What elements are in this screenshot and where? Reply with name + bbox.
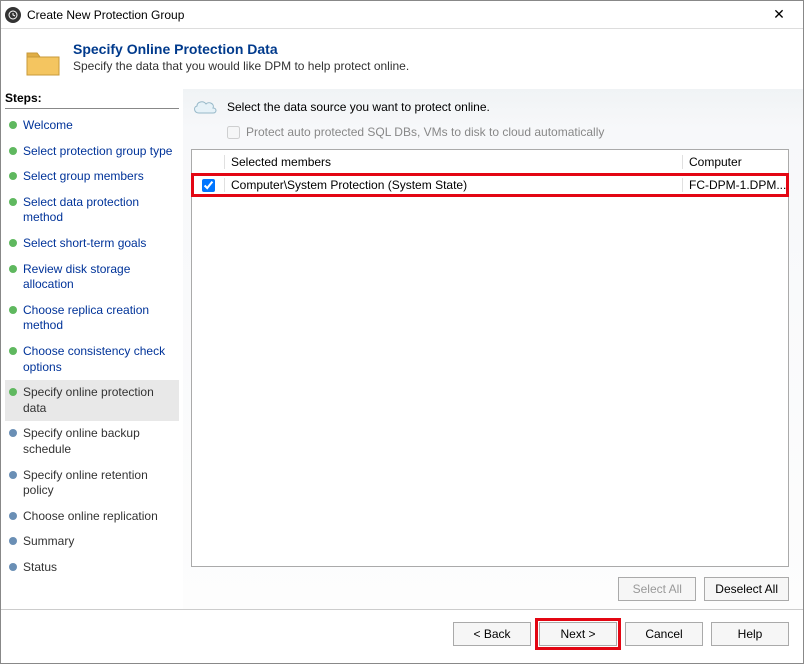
step-item-10: Specify online retention policy [5,463,179,504]
step-bullet-icon [9,429,17,437]
members-grid: Selected members Computer Computer\Syste… [191,149,789,567]
step-label: Specify online protection data [23,385,175,416]
step-item-5[interactable]: Review disk storage allocation [5,257,179,298]
deselect-all-button[interactable]: Deselect All [704,577,789,601]
step-item-12: Summary [5,529,179,555]
step-label: Select data protection method [23,195,175,226]
page-heading: Specify Online Protection Data [73,41,409,57]
step-label: Review disk storage allocation [23,262,175,293]
step-label: Status [23,560,57,576]
step-label: Specify online retention policy [23,468,175,499]
window-title: Create New Protection Group [27,8,759,22]
app-icon [5,7,21,23]
select-all-button[interactable]: Select All [618,577,696,601]
step-item-2[interactable]: Select group members [5,164,179,190]
step-item-6[interactable]: Choose replica creation method [5,298,179,339]
back-button[interactable]: < Back [453,622,531,646]
step-label: Choose online replication [23,509,158,525]
close-button[interactable]: ✕ [759,3,799,27]
steps-sidebar: Steps: Welcome Select protection group ty… [1,89,183,609]
auto-protect-checkbox [227,126,240,139]
step-label: Specify online backup schedule [23,426,175,457]
step-bullet-icon [9,512,17,520]
step-bullet-icon [9,563,17,571]
step-item-13: Status [5,555,179,581]
column-header-computer[interactable]: Computer [682,155,788,169]
page-header: Specify Online Protection Data Specify t… [1,29,803,89]
step-item-7[interactable]: Choose consistency check options [5,339,179,380]
step-item-8: Specify online protection data [5,380,179,421]
step-bullet-icon [9,239,17,247]
step-bullet-icon [9,537,17,545]
step-bullet-icon [9,388,17,396]
step-bullet-icon [9,198,17,206]
wizard-footer: < Back Next > Cancel Help [1,609,803,658]
main-panel: Select the data source you want to prote… [183,89,803,609]
step-item-9: Specify online backup schedule [5,421,179,462]
step-bullet-icon [9,306,17,314]
folder-icon [25,47,61,77]
cloud-icon [191,97,219,117]
row-checkbox[interactable] [202,179,215,192]
step-item-1[interactable]: Select protection group type [5,139,179,165]
column-header-members[interactable]: Selected members [224,155,682,169]
instruction-text: Select the data source you want to prote… [227,100,490,114]
help-button[interactable]: Help [711,622,789,646]
step-bullet-icon [9,172,17,180]
row-computer: FC-DPM-1.DPM... [682,178,788,192]
step-item-11: Choose online replication [5,504,179,530]
step-label: Select short-term goals [23,236,146,252]
next-button[interactable]: Next > [539,622,617,646]
table-row[interactable]: Computer\System Protection (System State… [192,174,788,196]
steps-label: Steps: [5,89,179,109]
step-label: Select protection group type [23,144,172,160]
step-label: Choose consistency check options [23,344,175,375]
cancel-button[interactable]: Cancel [625,622,703,646]
step-item-3[interactable]: Select data protection method [5,190,179,231]
step-item-4[interactable]: Select short-term goals [5,231,179,257]
step-item-0[interactable]: Welcome [5,113,179,139]
step-bullet-icon [9,121,17,129]
page-subheading: Specify the data that you would like DPM… [73,59,409,73]
auto-protect-label: Protect auto protected SQL DBs, VMs to d… [246,125,604,139]
step-bullet-icon [9,147,17,155]
step-bullet-icon [9,265,17,273]
step-bullet-icon [9,347,17,355]
step-label: Select group members [23,169,144,185]
step-label: Choose replica creation method [23,303,175,334]
step-label: Welcome [23,118,73,134]
step-bullet-icon [9,471,17,479]
titlebar: Create New Protection Group ✕ [1,1,803,29]
row-member: Computer\System Protection (System State… [224,178,682,192]
step-label: Summary [23,534,74,550]
